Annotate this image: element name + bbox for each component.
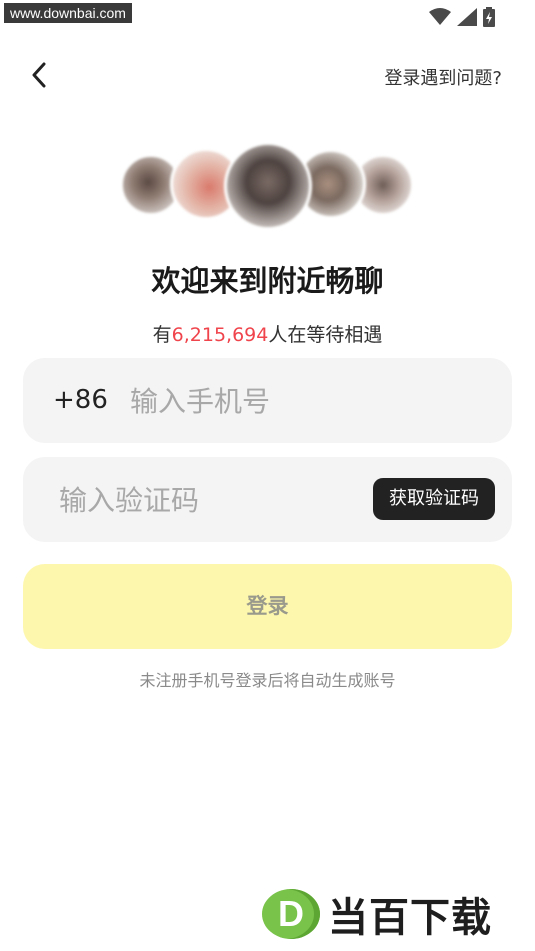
login-screen: www.downbai.com 登录遇到问题? 欢迎来到附近畅聊 有6,215,… bbox=[0, 0, 535, 951]
back-button[interactable] bbox=[22, 58, 56, 96]
get-code-button[interactable]: 获取验证码 bbox=[373, 478, 495, 520]
avatar-group bbox=[0, 140, 535, 235]
verification-code-input[interactable] bbox=[57, 457, 361, 544]
phone-field: +86 bbox=[23, 358, 512, 445]
avatar bbox=[224, 142, 312, 230]
waiting-count-line: 有6,215,694人在等待相遇 bbox=[0, 320, 535, 347]
brand-mark-icon: D bbox=[262, 889, 320, 939]
chevron-left-icon bbox=[31, 62, 47, 92]
welcome-title: 欢迎来到附近畅聊 bbox=[151, 264, 384, 298]
phone-input[interactable] bbox=[128, 358, 492, 445]
register-note: 未注册手机号登录后将自动生成账号 bbox=[139, 671, 396, 690]
waiting-count: 6,215,694 bbox=[171, 324, 269, 346]
signal-icon bbox=[457, 8, 477, 26]
code-field: 获取验证码 bbox=[23, 457, 512, 544]
watermark-label: www.downbai.com bbox=[4, 3, 132, 23]
wifi-icon bbox=[429, 8, 451, 26]
country-code[interactable]: +86 bbox=[53, 358, 108, 443]
waiting-suffix: 人在等待相遇 bbox=[268, 324, 383, 346]
waiting-prefix: 有 bbox=[152, 324, 172, 346]
battery-icon bbox=[483, 7, 495, 27]
login-button[interactable]: 登录 bbox=[23, 564, 512, 649]
brand-watermark-logo: D 当百下载 bbox=[262, 886, 527, 942]
login-help-link[interactable]: 登录遇到问题? bbox=[384, 64, 502, 90]
status-icons bbox=[429, 7, 495, 27]
status-bar: www.downbai.com bbox=[0, 0, 535, 34]
brand-text: 当百下载 bbox=[328, 895, 492, 941]
